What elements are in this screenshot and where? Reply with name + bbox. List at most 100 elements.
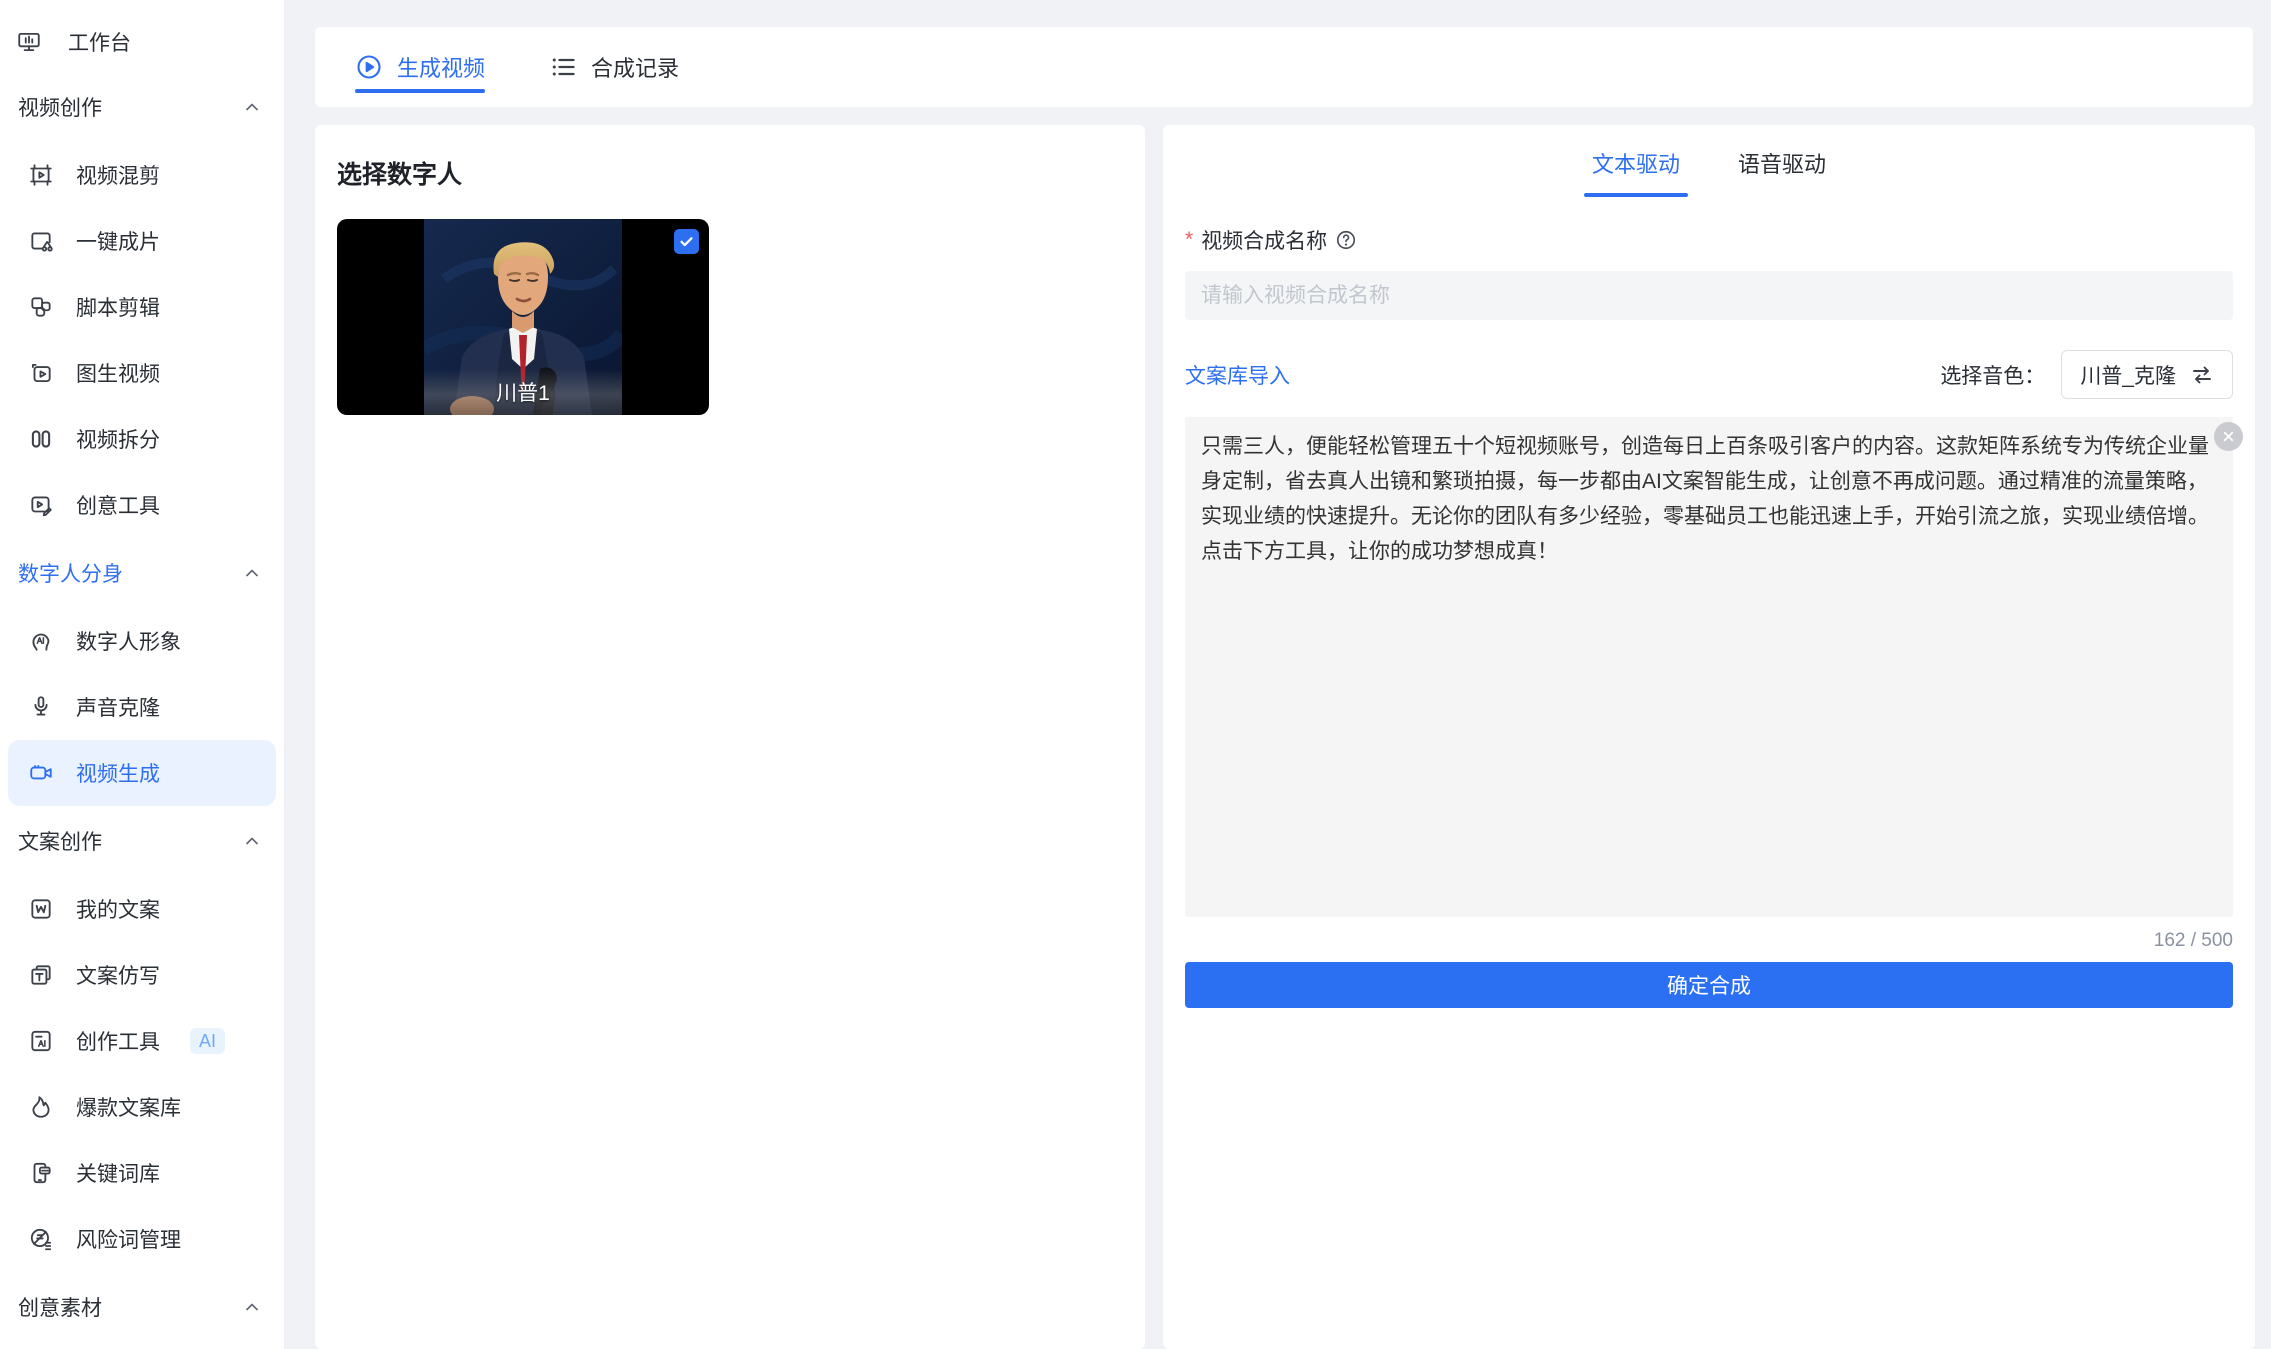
copy-imitate-icon	[28, 962, 54, 988]
play-circle-icon	[355, 53, 383, 81]
voice-select-value: 川普_克隆	[2080, 360, 2176, 390]
clear-text-icon[interactable]	[2214, 422, 2243, 451]
sidebar-item-label: 关键词库	[76, 1158, 160, 1188]
section-label: 数字人分身	[18, 558, 123, 588]
tab-label: 合成记录	[591, 51, 679, 83]
tab-text-driven[interactable]: 文本驱动	[1592, 147, 1680, 197]
script-edit-icon	[28, 294, 54, 320]
sidebar-item-label: 风险词管理	[76, 1224, 181, 1254]
sidebar-item-label: 创作工具	[76, 1026, 160, 1056]
avatar-name: 川普1	[496, 377, 550, 407]
sidebar-item-label: 数字人形象	[76, 626, 181, 656]
creation-tools-icon: AI	[28, 1028, 54, 1054]
video-name-input[interactable]	[1185, 271, 2233, 320]
tab-synthesis-record[interactable]: 合成记录	[549, 27, 679, 107]
sidebar: 工作台 视频创作 视频混剪 一键成片	[0, 0, 285, 1349]
sidebar-section-creative-assets[interactable]: 创意素材	[0, 1272, 284, 1342]
script-area-wrap: 只需三人，便能轻松管理五十个短视频账号，创造每日上百条吸引客户的内容。这款矩阵系…	[1185, 417, 2233, 922]
swap-icon	[2190, 363, 2214, 387]
sidebar-item-label: 脚本剪辑	[76, 292, 160, 322]
sidebar-item-video-mix[interactable]: 视频混剪	[0, 142, 284, 208]
video-name-label-row: * 视频合成名称	[1185, 225, 2233, 255]
sidebar-section-video-creation[interactable]: 视频创作	[0, 72, 284, 142]
digital-human-card[interactable]: 川普1	[337, 219, 709, 415]
script-textarea[interactable]: 只需三人，便能轻松管理五十个短视频账号，创造每日上百条吸引客户的内容。这款矩阵系…	[1185, 417, 2233, 917]
sidebar-item-digital-avatar[interactable]: AI 数字人形象	[0, 608, 284, 674]
tab-label: 文本驱动	[1592, 152, 1680, 177]
voice-clone-icon	[28, 694, 54, 720]
sidebar-item-creative-tools[interactable]: 创意工具	[0, 472, 284, 538]
help-question-icon[interactable]	[1335, 229, 1357, 251]
sidebar-item-workbench[interactable]: 工作台	[0, 12, 284, 72]
sidebar-section-copywriting[interactable]: 文案创作	[0, 806, 284, 876]
sidebar-item-video-split[interactable]: 视频拆分	[0, 406, 284, 472]
voice-select-group: 选择音色： 川普_克隆	[1940, 350, 2233, 399]
synthesis-form-panel: 文本驱动 语音驱动 * 视频合成名称 文案库导入 选择音色： 川普_克隆	[1163, 125, 2255, 1349]
section-label: 文案创作	[18, 826, 102, 856]
sidebar-item-label: 图生视频	[76, 358, 160, 388]
tab-generate-video[interactable]: 生成视频	[355, 27, 485, 107]
section-label: 视频创作	[18, 92, 102, 122]
required-asterisk: *	[1185, 228, 1193, 252]
sidebar-item-one-click-film[interactable]: 一键成片	[0, 208, 284, 274]
sidebar-item-copy-imitate[interactable]: 文案仿写	[0, 942, 284, 1008]
sidebar-item-label: 声音克隆	[76, 692, 160, 722]
sidebar-item-label: 文案仿写	[76, 960, 160, 990]
avatar-selected-checkbox[interactable]	[674, 229, 699, 254]
copy-library-import-link[interactable]: 文案库导入	[1185, 360, 1290, 390]
drive-mode-tabs: 文本驱动 语音驱动	[1185, 141, 2233, 197]
image-to-video-icon	[28, 360, 54, 386]
hot-copy-icon	[28, 1094, 54, 1120]
sidebar-item-script-edit[interactable]: 脚本剪辑	[0, 274, 284, 340]
active-tab-underline	[355, 89, 485, 93]
sidebar-item-label: 视频拆分	[76, 424, 160, 454]
sidebar-item-my-copy[interactable]: 我的文案	[0, 876, 284, 942]
char-counter: 162 / 500	[1185, 930, 2233, 952]
chevron-up-icon	[242, 1297, 262, 1317]
ai-badge: AI	[190, 1028, 225, 1054]
confirm-synthesis-button[interactable]: 确定合成	[1185, 962, 2233, 1008]
check-icon	[678, 233, 695, 250]
my-copy-icon	[28, 896, 54, 922]
tab-voice-driven[interactable]: 语音驱动	[1738, 147, 1826, 197]
panel-title: 选择数字人	[337, 155, 1123, 191]
sidebar-item-keyword-library[interactable]: 关键词库	[0, 1140, 284, 1206]
sidebar-item-label: 创意工具	[76, 490, 160, 520]
sidebar-item-label: 一键成片	[76, 226, 160, 256]
digital-human-thumbnail: 川普1	[424, 219, 622, 415]
sidebar-item-label: 爆款文案库	[76, 1092, 181, 1122]
chevron-up-icon	[242, 563, 262, 583]
voice-select-button[interactable]: 川普_克隆	[2061, 350, 2233, 399]
list-icon	[549, 53, 577, 81]
section-label: 创意素材	[18, 1292, 102, 1322]
svg-text:AI: AI	[38, 1039, 46, 1048]
tab-label: 生成视频	[397, 51, 485, 83]
sidebar-item-image-to-video[interactable]: 图生视频	[0, 340, 284, 406]
import-voice-row: 文案库导入 选择音色： 川普_克隆	[1185, 350, 2233, 399]
top-tabbar: 生成视频 合成记录	[315, 27, 2253, 107]
sidebar-item-creation-tools[interactable]: AI 创作工具 AI	[0, 1008, 284, 1074]
sidebar-item-label: 视频生成	[76, 758, 160, 788]
digital-human-panel: 选择数字人	[315, 125, 1145, 1349]
avatar-name-band: 川普1	[424, 369, 622, 415]
svg-text:AI: AI	[37, 637, 45, 646]
sidebar-item-hot-copy-library[interactable]: 爆款文案库	[0, 1074, 284, 1140]
sidebar-item-risk-word[interactable]: 风险词管理	[0, 1206, 284, 1272]
sidebar-item-video-generate[interactable]: 视频生成	[8, 740, 276, 806]
digital-avatar-icon: AI	[28, 628, 54, 654]
tab-label: 语音驱动	[1738, 152, 1826, 177]
one-click-film-icon	[28, 228, 54, 254]
sidebar-item-label: 视频混剪	[76, 160, 160, 190]
video-generate-icon	[28, 760, 54, 786]
active-tab-underline	[1584, 193, 1688, 197]
video-split-icon	[28, 426, 54, 452]
workbench-icon	[16, 29, 42, 55]
sidebar-item-label: 工作台	[68, 27, 131, 57]
sidebar-item-label: 我的文案	[76, 894, 160, 924]
video-name-label: 视频合成名称	[1201, 225, 1327, 255]
sidebar-item-voice-clone[interactable]: 声音克隆	[0, 674, 284, 740]
sidebar-section-digital-human[interactable]: 数字人分身	[0, 538, 284, 608]
chevron-up-icon	[242, 831, 262, 851]
chevron-up-icon	[242, 97, 262, 117]
voice-select-label: 选择音色：	[1940, 360, 2045, 390]
